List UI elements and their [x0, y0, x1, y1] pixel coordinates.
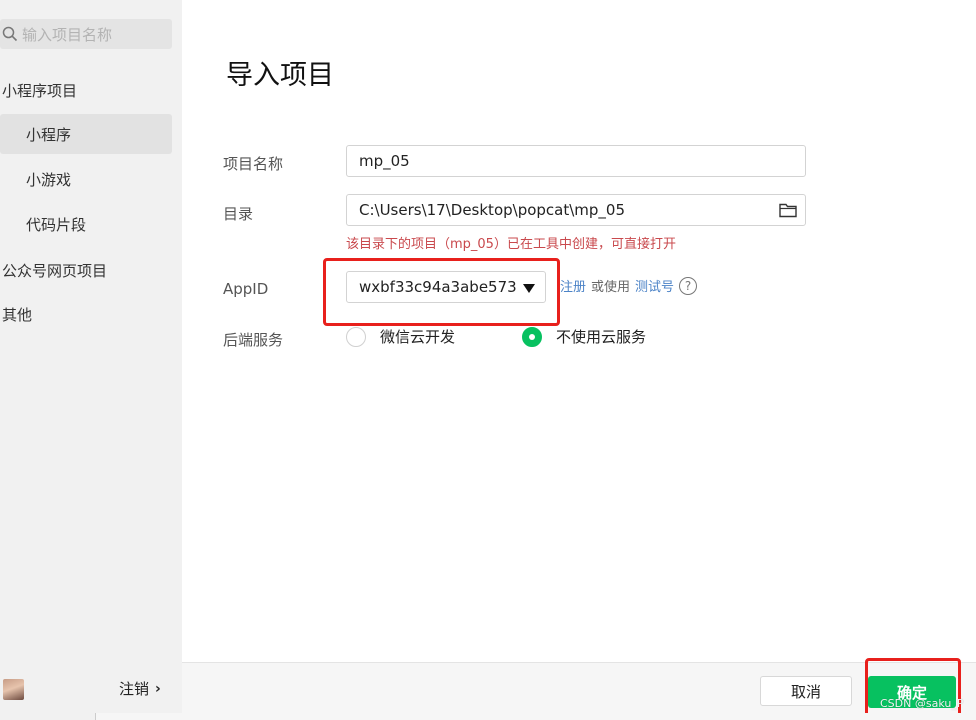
watermark: CSDN @saku_P	[880, 697, 964, 710]
sidebar-item-minigame[interactable]: 小游戏	[0, 159, 172, 199]
or-use-text: 或使用	[591, 280, 631, 295]
search-box[interactable]: 输入项目名称	[0, 19, 172, 49]
logout-button[interactable]: 注销 ›	[119, 678, 161, 699]
radio-unchecked-icon[interactable]	[346, 326, 366, 347]
sidebar-group-other[interactable]: 其他	[2, 304, 32, 325]
directory-field[interactable]: C:\Users\17\Desktop\popcat\mp_05	[346, 194, 806, 226]
appid-select[interactable]: wxbf33c94a3abe5730	[346, 271, 546, 303]
avatar[interactable]	[3, 679, 24, 700]
sidebar-group-official-account-web[interactable]: 公众号网页项目	[2, 260, 107, 281]
page-title: 导入项目	[226, 60, 334, 91]
sidebar-item-label: 代码片段	[26, 215, 87, 234]
radio-wechat-cloud[interactable]: 微信云开发	[346, 326, 455, 347]
directory-label: 目录	[223, 205, 254, 223]
help-icon[interactable]: ?	[679, 276, 698, 295]
radio-label: 微信云开发	[380, 328, 456, 346]
radio-no-cloud[interactable]: 不使用云服务	[522, 326, 646, 347]
search-input[interactable]: 输入项目名称	[22, 24, 112, 45]
sidebar-item-code-snippet[interactable]: 代码片段	[0, 204, 172, 244]
import-project-window: 输入项目名称 小程序项目 小程序 小游戏 代码片段 公众号网页项目 其他 导入项…	[0, 0, 976, 720]
directory-hint: 该目录下的项目（mp_05）已在工具中创建，可直接打开	[346, 237, 676, 252]
horizontal-scrollbar[interactable]	[95, 713, 976, 720]
test-account-link[interactable]: 测试号	[635, 276, 674, 295]
project-name-field[interactable]: mp_05	[346, 145, 806, 177]
backend-service-label: 后端服务	[223, 331, 284, 349]
project-name-value: mp_05	[359, 152, 410, 170]
appid-value: wxbf33c94a3abe5730	[359, 278, 517, 296]
radio-checked-icon[interactable]	[522, 326, 542, 347]
directory-value: C:\Users\17\Desktop\popcat\mp_05	[359, 201, 626, 219]
radio-label: 不使用云服务	[556, 328, 647, 346]
sidebar-item-miniprogram[interactable]: 小程序	[0, 114, 172, 154]
logout-label: 注销	[119, 680, 150, 698]
project-name-label: 项目名称	[223, 155, 284, 173]
chevron-right-icon: ›	[155, 680, 161, 697]
folder-icon[interactable]	[779, 202, 797, 218]
sidebar-group-miniprogram-projects[interactable]: 小程序项目	[2, 80, 77, 101]
sidebar-item-label: 小游戏	[26, 170, 72, 189]
appid-label: AppID	[223, 280, 269, 298]
cancel-button[interactable]: 取消	[760, 676, 852, 706]
register-link[interactable]: 注册	[560, 276, 586, 295]
search-icon	[2, 26, 18, 42]
caret-down-icon	[523, 284, 535, 293]
appid-links: 注册 或使用 测试号 ?	[560, 276, 698, 295]
sidebar-item-label: 小程序	[26, 125, 72, 144]
sidebar: 输入项目名称 小程序项目 小程序 小游戏 代码片段 公众号网页项目 其他	[0, 0, 182, 662]
